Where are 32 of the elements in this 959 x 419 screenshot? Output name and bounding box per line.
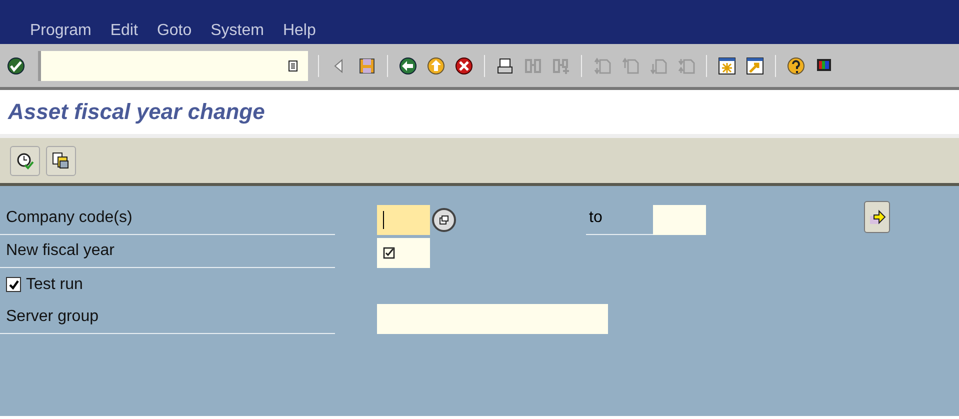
windows-icon xyxy=(439,215,449,225)
copy-pages-icon xyxy=(51,150,71,170)
check-icon[interactable] xyxy=(6,56,26,76)
new-window-icon[interactable] xyxy=(717,56,737,76)
field-label: New fiscal year xyxy=(0,242,335,268)
arrow-button[interactable] xyxy=(864,201,890,233)
cancel-icon[interactable] xyxy=(454,56,474,76)
menu-item[interactable]: Edit xyxy=(110,21,138,41)
field-label: Company code(s) xyxy=(0,209,335,235)
list-icon[interactable] xyxy=(288,60,298,72)
printer-icon[interactable] xyxy=(495,56,515,76)
menu-item[interactable]: System xyxy=(210,21,264,41)
arrow-icon xyxy=(867,207,887,227)
required-entry-icon xyxy=(383,247,395,259)
checkbox-label: Test run xyxy=(26,276,83,294)
input-field[interactable] xyxy=(653,205,706,235)
screen-title: Asset fiscal year change xyxy=(8,99,265,125)
checkbox[interactable] xyxy=(6,277,21,292)
copy-pages-button[interactable] xyxy=(46,146,76,176)
field-label: Server group xyxy=(0,308,335,334)
input-field[interactable] xyxy=(377,205,430,235)
input-field[interactable] xyxy=(377,304,608,334)
menu-item[interactable]: Goto xyxy=(156,21,192,41)
help-icon[interactable] xyxy=(786,56,806,76)
command-field[interactable] xyxy=(38,50,308,80)
menu-item[interactable]: Program xyxy=(30,21,92,41)
execute-clock-icon xyxy=(15,150,35,170)
input-field[interactable] xyxy=(377,238,430,268)
shortcut-window-icon[interactable] xyxy=(745,56,765,76)
execute-clock-button[interactable] xyxy=(10,146,40,176)
menu-item[interactable]: Help xyxy=(282,21,316,41)
multiple-selection-button[interactable] xyxy=(432,208,456,232)
